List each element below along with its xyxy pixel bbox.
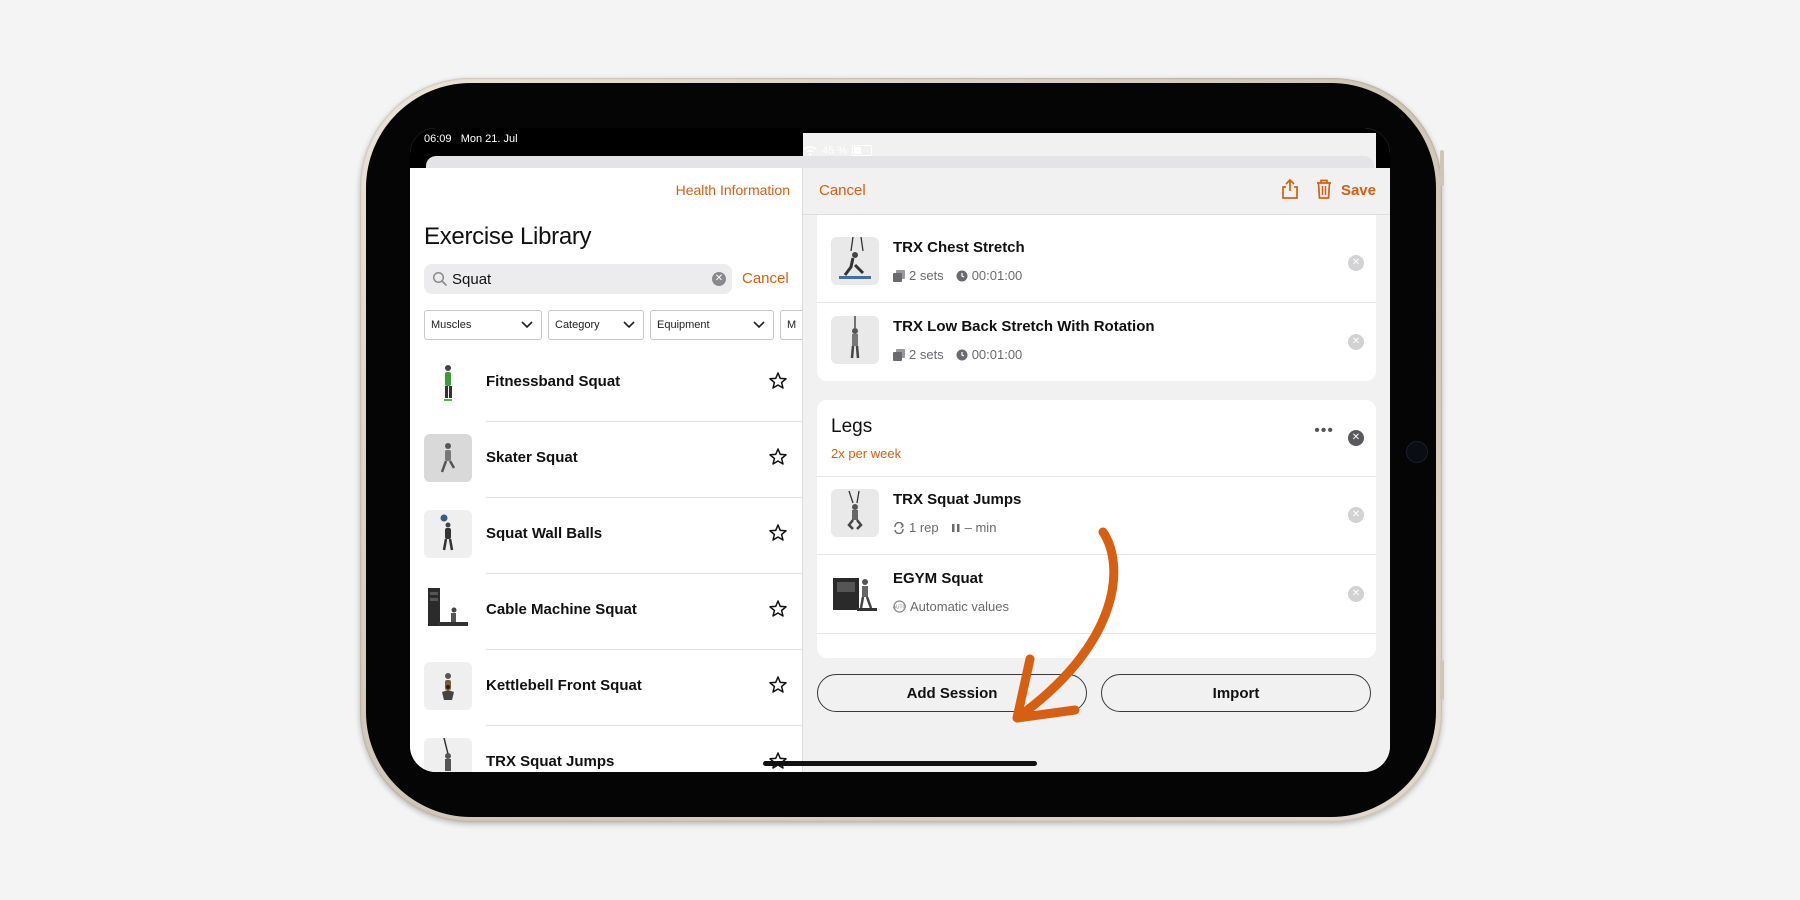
session-frequency: 2x per week [831, 446, 902, 461]
trash-icon[interactable] [1314, 178, 1334, 200]
remove-session-icon[interactable]: ✕ [1348, 430, 1364, 446]
remove-exercise-icon[interactable]: ✕ [1348, 334, 1364, 350]
star-icon[interactable] [768, 599, 788, 619]
sets-count: 2 sets [909, 347, 944, 362]
exercise-name: Fitnessband Squat [486, 373, 621, 390]
svg-text:AUTO: AUTO [893, 605, 906, 611]
repeat-icon [894, 521, 904, 534]
filter-category[interactable]: Category [548, 310, 644, 340]
list-item[interactable]: Cable Machine Squat [410, 574, 802, 650]
session-exercise-row[interactable]: TRX Squat Jumps 1 rep – min ✕ [817, 477, 1376, 555]
wifi-icon [803, 145, 817, 156]
list-item[interactable]: Kettlebell Front Squat [410, 650, 802, 726]
remove-exercise-icon[interactable]: ✕ [1348, 255, 1364, 271]
volume-button [1440, 660, 1444, 700]
exercise-thumbnail [831, 568, 879, 616]
status-time: 06:09 [424, 133, 452, 145]
exercise-thumbnail [424, 586, 472, 634]
cancel-button[interactable]: Cancel [819, 182, 866, 199]
exercise-thumbnail [424, 358, 472, 406]
legs-session-card: Legs 2x per week ••• ✕ TRX Squat Jumps 1… [817, 400, 1376, 658]
exercise-thumbnail [831, 316, 879, 364]
sets-icon [893, 348, 905, 361]
duration: 00:01:00 [971, 347, 1023, 362]
list-item[interactable]: Squat Wall Balls [410, 498, 802, 574]
exercise-thumbnail [424, 510, 472, 558]
top-button [1440, 150, 1444, 186]
exercise-name: Kettlebell Front Squat [486, 677, 642, 694]
automatic-values: Automatic values [910, 599, 1009, 614]
session-exercise-row[interactable]: TRX Chest Stretch 2 sets 00:01:00 ✕ [817, 225, 1376, 303]
filter-bar: Muscles Category Equipment M [424, 310, 820, 340]
session-editor-panel: Cancel Save TRX Chest Stretch 2 sets 00:… [803, 168, 1390, 772]
duration: 00:01:00 [971, 268, 1023, 283]
star-icon[interactable] [768, 523, 788, 543]
star-icon[interactable] [768, 675, 788, 695]
clear-search-icon[interactable]: ✕ [712, 272, 726, 286]
exercise-name: Squat Wall Balls [486, 525, 603, 542]
sets-icon [893, 269, 905, 282]
search-cancel-button[interactable]: Cancel [742, 270, 789, 287]
clock-icon [956, 270, 968, 281]
star-icon[interactable] [768, 447, 788, 467]
filter-equipment[interactable]: Equipment [650, 310, 774, 340]
exercise-name: TRX Chest Stretch [893, 239, 1025, 256]
exercise-thumbnail [424, 738, 472, 772]
chevron-down-icon [623, 321, 635, 329]
import-button[interactable]: Import [1101, 674, 1371, 712]
share-icon[interactable] [1280, 178, 1300, 200]
pause-icon [951, 523, 960, 532]
session-exercise-row[interactable]: EGYM Squat AUTO Automatic values ✕ [817, 556, 1376, 634]
exercise-thumbnail [831, 237, 879, 285]
exercise-name: TRX Squat Jumps [893, 491, 1022, 508]
page-title: Exercise Library [424, 223, 592, 250]
automatic-icon: AUTO [893, 600, 906, 613]
ipad-screen: 06:09 Mon 21. Jul ••• 45 % Health Inform… [410, 128, 1390, 772]
exercise-thumbnail [831, 489, 879, 537]
exercise-name: Cable Machine Squat [486, 601, 637, 618]
session-card: TRX Chest Stretch 2 sets 00:01:00 ✕ TRX … [817, 215, 1376, 381]
exercise-list: Fitnessband Squat Skater Squat Squat Wal… [410, 346, 802, 772]
exercise-thumbnail [424, 434, 472, 482]
save-button[interactable]: Save [1341, 182, 1376, 199]
exercise-name: TRX Squat Jumps [486, 753, 615, 770]
exercise-name: Skater Squat [486, 449, 578, 466]
home-indicator[interactable] [763, 761, 1037, 766]
camera [1406, 441, 1428, 463]
exercise-name: TRX Low Back Stretch With Rotation [893, 318, 1155, 335]
clock-icon [956, 349, 968, 360]
add-session-button[interactable]: Add Session [817, 674, 1087, 712]
chevron-down-icon [753, 321, 765, 329]
filter-muscles[interactable]: Muscles [424, 310, 542, 340]
search-icon [432, 271, 447, 286]
exercise-name: EGYM Squat [893, 570, 984, 587]
star-icon[interactable] [768, 371, 788, 391]
reps-count: 1 rep [909, 520, 939, 535]
pause-duration: – min [964, 520, 997, 535]
remove-exercise-icon[interactable]: ✕ [1348, 586, 1364, 602]
list-item[interactable]: Fitnessband Squat [410, 346, 802, 422]
exercise-library-panel: Health Information Exercise Library Squa… [410, 168, 820, 772]
health-information-link[interactable]: Health Information [676, 182, 790, 198]
list-item[interactable]: Skater Squat [410, 422, 802, 498]
session-exercise-row[interactable]: TRX Low Back Stretch With Rotation 2 set… [817, 304, 1376, 381]
remove-exercise-icon[interactable]: ✕ [1348, 507, 1364, 523]
more-options-icon[interactable]: ••• [1314, 422, 1334, 440]
list-item[interactable]: TRX Squat Jumps [410, 726, 802, 772]
exercise-thumbnail [424, 662, 472, 710]
status-date: Mon 21. Jul [460, 133, 518, 145]
battery-icon [852, 145, 873, 156]
battery-percent: 45 % [822, 144, 848, 157]
search-input[interactable]: Squat ✕ [424, 264, 732, 294]
sets-count: 2 sets [909, 268, 944, 283]
chevron-down-icon [521, 321, 533, 329]
search-value: Squat [452, 271, 492, 288]
session-title: Legs [831, 416, 873, 437]
